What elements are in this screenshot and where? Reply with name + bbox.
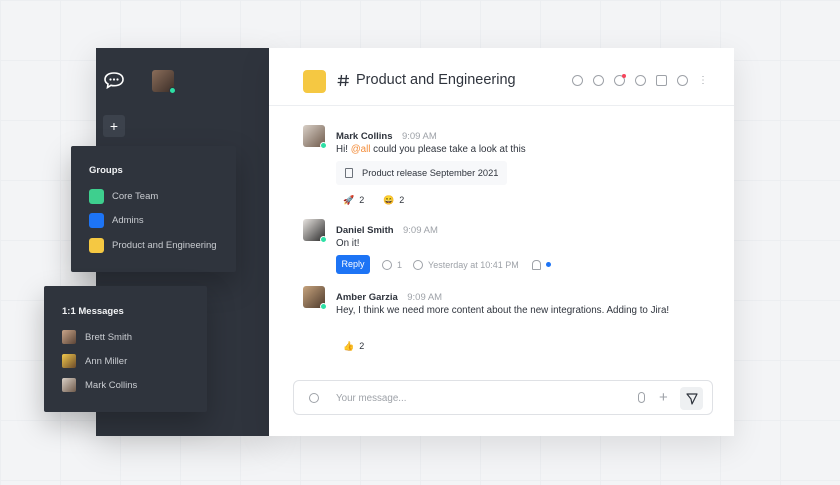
reaction-count: 2 xyxy=(359,195,365,205)
room-avatar xyxy=(303,70,326,93)
dm-item-brett-smith[interactable]: Brett Smith xyxy=(62,329,132,345)
thread-meta: 1 Yesterday at 10:41 PM xyxy=(382,255,551,274)
message-input[interactable] xyxy=(336,390,616,407)
dm-label: Mark Collins xyxy=(85,379,138,391)
groups-panel: Groups Core Team Admins Product and Engi… xyxy=(71,146,236,272)
group-item-product-engineering[interactable]: Product and Engineering xyxy=(89,237,217,253)
globe-icon[interactable] xyxy=(572,75,583,86)
message-text: Hi! @all could you please take a look at… xyxy=(336,142,676,157)
dm-item-ann-miller[interactable]: Ann Miller xyxy=(62,353,127,369)
group-label: Admins xyxy=(112,214,144,226)
author-name[interactable]: Mark Collins xyxy=(336,131,393,142)
plus-icon[interactable]: + xyxy=(659,389,668,406)
group-label: Core Team xyxy=(112,190,159,202)
members-icon[interactable] xyxy=(677,75,688,86)
header-toolbar: ⋮ xyxy=(572,74,708,86)
text-part: Hi! xyxy=(336,144,351,155)
mention-link[interactable]: @all xyxy=(351,144,371,155)
dm-label: Ann Miller xyxy=(85,355,128,367)
reply-button[interactable]: Reply xyxy=(336,255,370,274)
online-status-icon xyxy=(320,236,327,243)
text-part: could you please take a look at this xyxy=(370,144,526,155)
message-time: 9:09 AM xyxy=(403,225,438,236)
reaction-rocket[interactable]: 🚀 2 xyxy=(336,192,371,208)
unread-indicator-icon xyxy=(545,262,551,267)
message-text: On it! xyxy=(336,238,360,249)
info-icon[interactable] xyxy=(593,75,604,86)
chat-window: Product and Engineering ⋮ Mark Collins 9… xyxy=(269,48,734,436)
room-title: Product and Engineering xyxy=(356,72,516,88)
discussion-icon[interactable] xyxy=(635,75,646,86)
thread-replies-icon xyxy=(382,259,392,270)
create-new-button[interactable]: + xyxy=(103,115,125,137)
bell-icon[interactable] xyxy=(531,259,541,270)
reaction-count: 2 xyxy=(399,195,405,205)
groups-title: Groups xyxy=(89,165,123,176)
thumbs-up-emoji-icon: 👍 xyxy=(343,340,355,351)
reaction-count: 2 xyxy=(359,341,365,351)
avatar[interactable] xyxy=(303,219,327,243)
send-button[interactable] xyxy=(680,387,703,410)
message-composer: + xyxy=(293,380,713,415)
kebab-menu-icon[interactable]: ⋮ xyxy=(698,75,708,86)
send-icon xyxy=(685,392,698,405)
smile-emoji-icon: 😄 xyxy=(383,194,395,205)
avatar xyxy=(62,354,76,368)
threads-icon[interactable] xyxy=(614,74,626,86)
online-status-icon xyxy=(320,303,327,310)
attachment-name: Product release September 2021 xyxy=(362,168,499,178)
reaction-thumbs-up[interactable]: 👍 2 xyxy=(336,338,371,354)
message-text: Hey, I think we need more content about … xyxy=(336,305,670,316)
reaction-smile[interactable]: 😄 2 xyxy=(376,192,411,208)
microphone-icon[interactable] xyxy=(638,392,645,403)
direct-messages-panel: 1:1 Messages Brett Smith Ann Miller Mark… xyxy=(44,286,207,412)
avatar[interactable] xyxy=(303,286,327,310)
current-user-avatar[interactable] xyxy=(152,70,176,94)
rocket-emoji-icon: 🚀 xyxy=(343,194,355,205)
clock-icon xyxy=(413,259,424,270)
avatar xyxy=(62,378,76,392)
room-header: Product and Engineering ⋮ xyxy=(269,48,734,106)
group-label: Product and Engineering xyxy=(112,239,217,251)
message-time: 9:09 AM xyxy=(401,131,437,142)
channel-hash-icon xyxy=(337,74,349,87)
online-status-icon xyxy=(320,142,327,149)
file-attachment[interactable]: Product release September 2021 xyxy=(336,161,508,185)
document-icon xyxy=(345,168,353,178)
dm-title: 1:1 Messages xyxy=(62,306,124,317)
group-color-icon xyxy=(89,212,104,228)
rocketchat-logo-icon[interactable] xyxy=(104,71,124,89)
emoji-picker-icon[interactable] xyxy=(309,393,319,403)
group-color-icon xyxy=(89,237,104,253)
reply-count: 1 xyxy=(397,259,403,270)
thread-last-reply-time: Yesterday at 10:41 PM xyxy=(428,259,519,270)
author-name[interactable]: Daniel Smith xyxy=(336,225,394,236)
avatar xyxy=(62,330,76,344)
avatar[interactable] xyxy=(303,125,327,149)
message-time: 9:09 AM xyxy=(407,292,443,303)
call-icon[interactable] xyxy=(656,75,667,86)
author-name[interactable]: Amber Garzia xyxy=(336,292,398,303)
dm-item-mark-collins[interactable]: Mark Collins xyxy=(62,377,137,393)
group-item-core-team[interactable]: Core Team xyxy=(89,188,158,204)
group-item-admins[interactable]: Admins xyxy=(89,212,144,228)
online-status-icon xyxy=(169,87,176,94)
group-color-icon xyxy=(89,188,104,204)
dm-label: Brett Smith xyxy=(85,331,132,343)
